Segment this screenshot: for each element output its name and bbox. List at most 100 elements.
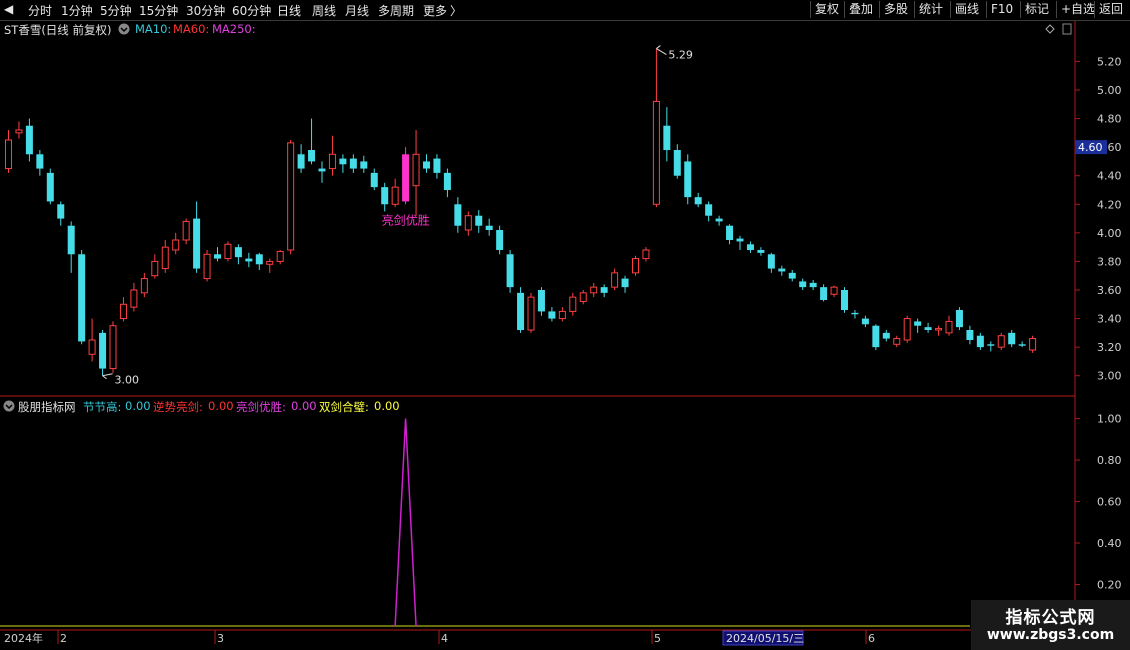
candle [882, 330, 890, 342]
toolbar-button-7[interactable]: +自选 [1056, 1, 1099, 18]
candle [381, 182, 389, 212]
candle [276, 250, 284, 265]
toolbar-button-1[interactable]: 叠加 [844, 1, 877, 18]
candle-body [830, 286, 838, 295]
candle [57, 201, 65, 226]
ma-collapse-icon[interactable] [118, 23, 130, 38]
candle-body [882, 332, 890, 339]
ma10-label: MA10: [135, 22, 172, 36]
candle-body [924, 327, 932, 330]
indicator-tick-label: 1.00 [1097, 413, 1122, 426]
candle [841, 287, 848, 313]
candle [46, 168, 54, 205]
candle-body [203, 253, 211, 280]
diamond-icon[interactable] [1045, 24, 1055, 34]
period-tab-7[interactable]: 周线 [312, 2, 336, 19]
candle [590, 282, 598, 298]
candle [935, 325, 943, 336]
candle [339, 154, 347, 173]
watermark-title: 指标公式网 [1005, 608, 1096, 628]
candle-body [705, 204, 713, 216]
candle-body [339, 158, 347, 165]
candle [443, 168, 451, 198]
candle [757, 247, 765, 256]
period-tab-4[interactable]: 30分钟 [186, 2, 225, 19]
candle [799, 278, 807, 290]
candle [161, 240, 169, 273]
candle [360, 155, 368, 173]
candle [924, 322, 932, 333]
panel-scroll-icon[interactable] [1062, 23, 1072, 35]
candle-body [757, 250, 765, 253]
candle-body [1008, 332, 1016, 345]
toolbar-button-0[interactable]: 复权 [810, 1, 843, 18]
candle-body [935, 328, 943, 331]
candle-body [684, 161, 692, 198]
time-label: 4 [441, 632, 448, 645]
candle [715, 215, 723, 226]
period-tab-1[interactable]: 1分钟 [61, 2, 93, 19]
more-arrow-icon[interactable]: 〉 [450, 2, 462, 19]
toolbar-button-3[interactable]: 统计 [914, 1, 947, 18]
period-tab-5[interactable]: 60分钟 [232, 2, 271, 19]
period-tab-9[interactable]: 多周期 [378, 2, 414, 19]
candle [203, 250, 211, 282]
candle-body [109, 325, 117, 370]
candle [684, 154, 692, 205]
period-tab-2[interactable]: 5分钟 [100, 2, 132, 19]
candle [788, 270, 796, 282]
candle-body [537, 290, 545, 312]
time-label: 2024年 [4, 631, 43, 645]
period-arrow-icon[interactable]: ◀ [4, 2, 13, 16]
time-label: 3 [217, 632, 224, 645]
candle-body [600, 287, 608, 293]
indicator-collapse-icon[interactable] [3, 400, 15, 415]
period-tab-6[interactable]: 日线 [277, 2, 301, 19]
price-tick-label: 3.00 [1097, 370, 1122, 383]
candle [830, 285, 838, 298]
indicator-tick-label: 0.80 [1097, 454, 1122, 467]
candle-body [914, 321, 922, 326]
candle [402, 147, 410, 205]
price-tick-label: 5.00 [1097, 84, 1122, 97]
candle [569, 292, 577, 316]
candle-body [433, 158, 441, 173]
price-tick-label: 3.60 [1097, 284, 1122, 297]
candle [632, 255, 639, 276]
toolbar-button-8[interactable]: 返回 [1094, 1, 1127, 18]
candle-body [214, 254, 221, 259]
toolbar-button-5[interactable]: F10 [986, 1, 1017, 18]
toolbar-button-4[interactable]: 画线 [950, 1, 983, 18]
candle-body [506, 254, 514, 288]
candle-body [945, 320, 953, 334]
toolbar-button-2[interactable]: 多股 [879, 1, 912, 18]
toolbar-button-6[interactable]: 标记 [1020, 1, 1053, 18]
candle-body [746, 244, 754, 250]
candle-body [590, 286, 598, 294]
candle [872, 324, 880, 350]
candle-body [632, 258, 639, 274]
candle [903, 315, 911, 343]
candle [820, 284, 828, 302]
candle-body [412, 153, 420, 187]
candle [642, 247, 650, 262]
period-tab-10[interactable]: 更多 [423, 2, 447, 19]
candle [172, 232, 180, 255]
candle-body [715, 218, 723, 222]
candle-body [245, 258, 253, 262]
time-axis: 2024年 2 3 4 5 6 2024/05/15/三 [4, 630, 875, 646]
toolbar: ◀ 分时 1分钟 5分钟 15分钟 30分钟 60分钟 日线 周线 月线 多周期 更多〉 复权 叠加多… [0, 0, 1130, 21]
candle [287, 140, 295, 255]
candle-body [119, 303, 127, 320]
candle [673, 144, 681, 179]
candle-body [328, 153, 336, 170]
period-tab-3[interactable]: 15分钟 [139, 2, 178, 19]
period-tab-8[interactable]: 月线 [345, 2, 369, 19]
candle-body [767, 254, 775, 269]
candle [266, 258, 274, 273]
candle-body [611, 272, 619, 288]
period-tab-0[interactable]: 分时 [28, 2, 52, 19]
candle-body [966, 330, 974, 340]
candle [88, 318, 96, 362]
candle [527, 292, 535, 333]
